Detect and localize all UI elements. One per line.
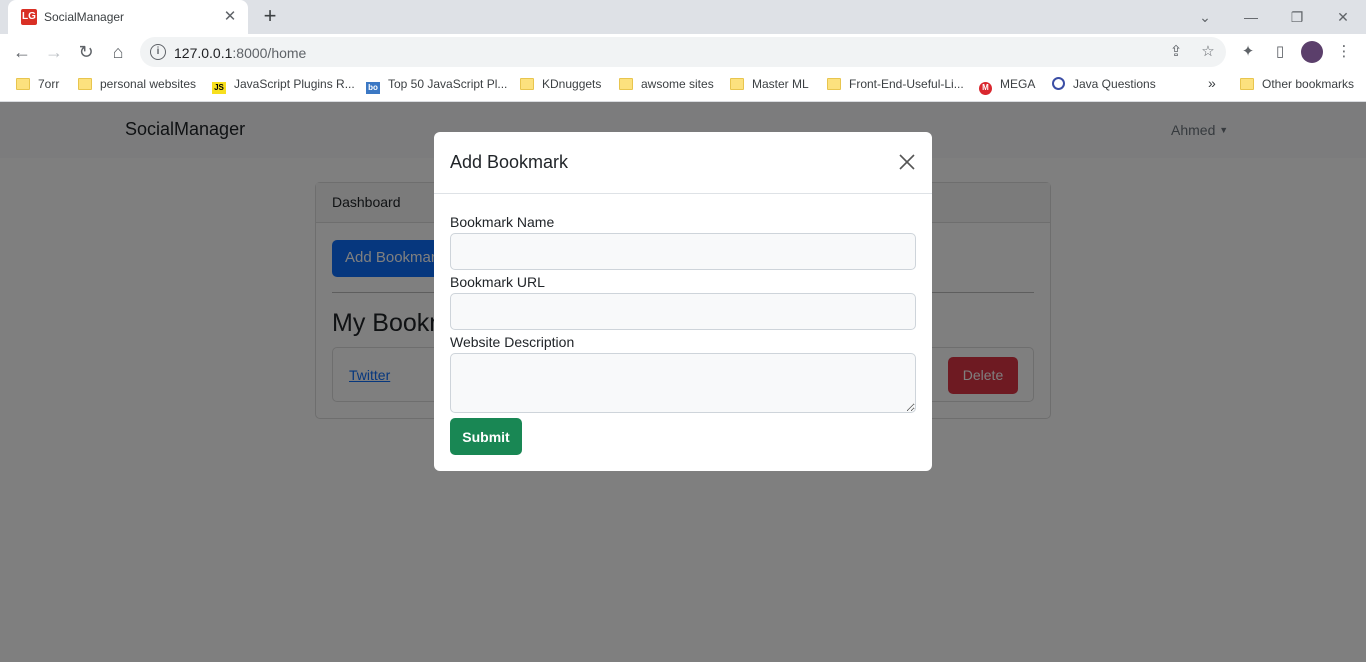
- website-description-label: Website Description: [450, 334, 575, 350]
- forward-icon[interactable]: →: [40, 38, 68, 66]
- bo-icon: bo: [366, 82, 380, 94]
- web-page: SocialManager Ahmed ▼ Dashboard Add Book…: [0, 102, 1366, 662]
- back-icon[interactable]: ←: [8, 38, 36, 66]
- close-icon[interactable]: [896, 151, 918, 173]
- site-info-icon[interactable]: i: [150, 44, 166, 60]
- bookmark-item[interactable]: 7orr: [16, 77, 59, 95]
- tab-strip: LG SocialManager ✕ + ⌄ — ❐ ✕: [0, 0, 1366, 34]
- url-path: :8000/home: [232, 45, 307, 61]
- extensions-icon[interactable]: ✦: [1234, 38, 1262, 66]
- bookmark-url-label: Bookmark URL: [450, 274, 545, 290]
- bookmark-item[interactable]: personal websites: [78, 77, 196, 95]
- bookmark-label: awsome sites: [641, 77, 714, 91]
- bookmark-item[interactable]: KDnuggets: [520, 77, 601, 95]
- folder-icon: [1240, 78, 1254, 90]
- bookmark-label: Front-End-Useful-Li...: [849, 77, 964, 91]
- bookmark-item[interactable]: awsome sites: [619, 77, 714, 95]
- bookmark-item[interactable]: Front-End-Useful-Li...: [827, 77, 964, 95]
- bookmark-label: KDnuggets: [542, 77, 602, 91]
- website-description-textarea[interactable]: [450, 353, 916, 413]
- address-url[interactable]: 127.0.0.1:8000/home: [174, 45, 306, 61]
- bookmark-label: Other bookmarks: [1262, 77, 1355, 91]
- bookmark-label: Java Questions: [1073, 77, 1156, 91]
- home-icon[interactable]: ⌂: [104, 38, 132, 66]
- q-icon: [1052, 77, 1065, 90]
- browser-tab[interactable]: LG SocialManager ✕: [8, 0, 248, 34]
- url-host: 127.0.0.1: [174, 45, 233, 61]
- modal-title: Add Bookmark: [450, 152, 569, 172]
- new-tab-icon[interactable]: +: [258, 5, 282, 29]
- mega-icon: M: [979, 82, 992, 95]
- add-bookmark-modal: Add Bookmark Bookmark Name Bookmark URL …: [434, 132, 932, 471]
- browser-toolbar: ← → ↻ ⌂ i 127.0.0.1:8000/home ⇪ ☆ ✦ ▯ ⋮: [0, 34, 1366, 70]
- bookmark-item[interactable]: M MEGA: [979, 77, 1035, 95]
- js-icon: JS: [212, 82, 226, 94]
- share-icon[interactable]: ⇪: [1165, 41, 1187, 63]
- bookmark-name-label: Bookmark Name: [450, 214, 555, 230]
- other-bookmarks[interactable]: Other bookmarks: [1240, 77, 1354, 95]
- folder-icon: [16, 78, 30, 90]
- bookmark-label: Master ML: [752, 77, 809, 91]
- folder-icon: [78, 78, 92, 90]
- bookmark-label: MEGA: [1000, 77, 1036, 91]
- profile-avatar[interactable]: [1301, 41, 1323, 63]
- bookmark-name-input[interactable]: [450, 233, 916, 270]
- folder-icon: [827, 78, 841, 90]
- minimize-icon[interactable]: —: [1239, 5, 1263, 29]
- modal-header: Add Bookmark: [434, 132, 932, 194]
- tab-close-icon[interactable]: ✕: [220, 7, 240, 27]
- folder-icon: [520, 78, 534, 90]
- star-icon[interactable]: ☆: [1197, 41, 1219, 63]
- bookmark-url-input[interactable]: [450, 293, 916, 330]
- reload-icon[interactable]: ↻: [72, 38, 100, 66]
- bookmark-item[interactable]: Java Questions: [1052, 77, 1156, 95]
- tab-search-icon[interactable]: ⌄: [1193, 5, 1217, 29]
- more-bookmarks-icon[interactable]: »: [1208, 75, 1216, 93]
- address-bar[interactable]: i 127.0.0.1:8000/home ⇪ ☆: [140, 37, 1226, 67]
- restore-icon[interactable]: ❐: [1285, 5, 1309, 29]
- tab-title: SocialManager: [44, 10, 125, 24]
- menu-icon[interactable]: ⋮: [1330, 38, 1358, 66]
- bookmark-label: JavaScript Plugins R...: [234, 77, 355, 91]
- folder-icon: [730, 78, 744, 90]
- submit-button[interactable]: Submit: [450, 418, 522, 455]
- window-close-icon[interactable]: ✕: [1331, 5, 1355, 29]
- bookmark-label: 7orr: [38, 77, 60, 91]
- side-panel-icon[interactable]: ▯: [1266, 38, 1294, 66]
- site-favicon-icon: LG: [21, 9, 37, 25]
- bookmark-item[interactable]: Master ML: [730, 77, 809, 95]
- bookmark-label: Top 50 JavaScript Pl...: [388, 77, 508, 91]
- bookmark-label: personal websites: [100, 77, 197, 91]
- bookmark-item[interactable]: bo Top 50 JavaScript Pl...: [366, 77, 507, 95]
- folder-icon: [619, 78, 633, 90]
- bookmark-item[interactable]: JS JavaScript Plugins R...: [212, 77, 355, 95]
- bookmarks-bar: 7orr personal websites JS JavaScript Plug…: [0, 70, 1366, 102]
